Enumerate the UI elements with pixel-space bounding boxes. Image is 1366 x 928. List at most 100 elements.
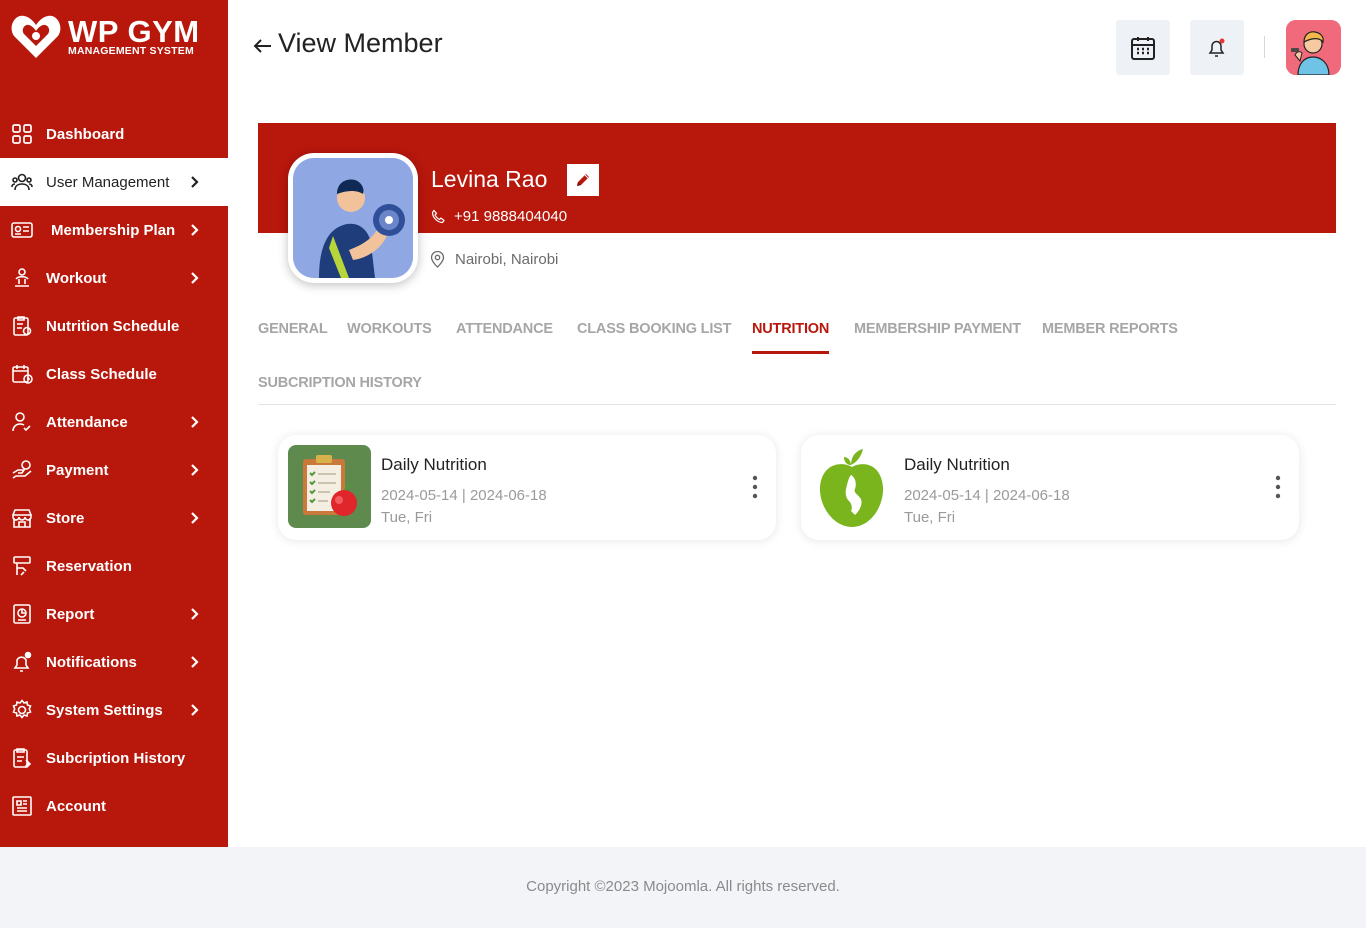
- nutrition-card[interactable]: Daily Nutrition 2024-05-14 | 2024-06-18 …: [278, 435, 776, 540]
- sidebar-item-subcription-history[interactable]: Subcription History: [0, 734, 228, 782]
- back-arrow-icon[interactable]: [252, 35, 274, 57]
- sidebar-item-label: Membership Plan: [51, 221, 176, 239]
- id-card-icon: [11, 222, 33, 238]
- chevron-right-icon: [191, 512, 199, 524]
- workout-icon: [15, 268, 29, 287]
- sidebar-item-attendance[interactable]: Attendance: [0, 398, 228, 446]
- tab-membership-payment[interactable]: MEMBERSHIP PAYMENT: [854, 321, 1021, 337]
- chevron-right-icon: [191, 416, 199, 428]
- nutrition-days: Tue, Fri: [904, 509, 956, 526]
- chevron-right-icon: [191, 464, 199, 476]
- sidebar-item-label: Payment: [46, 461, 109, 479]
- nutrition-days: Tue, Fri: [381, 509, 433, 526]
- sidebar-item-label: Report: [46, 605, 95, 623]
- grid-icon: [12, 124, 32, 144]
- phone-icon: [431, 209, 445, 224]
- nutrition-thumbnail: [288, 445, 371, 528]
- sidebar-item-report[interactable]: Report: [0, 590, 228, 638]
- heart-logo-icon: [11, 15, 61, 59]
- tab-general[interactable]: GENERAL: [258, 321, 328, 337]
- tab-workouts[interactable]: WORKOUTS: [347, 321, 432, 337]
- edit-member-button[interactable]: [567, 164, 599, 196]
- page-title: View Member: [278, 28, 443, 58]
- tab-member-reports[interactable]: MEMBER REPORTS: [1042, 321, 1178, 337]
- notification-button[interactable]: [1190, 20, 1244, 75]
- gear-icon: [12, 699, 32, 719]
- sidebar-item-label: Subcription History: [46, 749, 186, 767]
- sidebar-item-label: Store: [46, 509, 85, 527]
- brand-logo[interactable]: WP GYM MANAGEMENT SYSTEM: [10, 12, 220, 62]
- athlete-avatar-icon: [293, 158, 413, 278]
- phone-number: +91 9888404040: [454, 208, 568, 225]
- page-title-bar: View Member: [252, 28, 443, 59]
- member-photo: [288, 153, 418, 283]
- user-avatar[interactable]: [1286, 20, 1341, 75]
- sidebar-item-label: Dashboard: [46, 125, 125, 143]
- tab-class-booking-list[interactable]: CLASS BOOKING LIST: [577, 321, 731, 337]
- user-check-icon: [12, 412, 31, 432]
- sidebar-item-payment[interactable]: Payment: [0, 446, 228, 494]
- report-icon: [13, 604, 31, 624]
- sidebar-item-label: User Management: [46, 173, 170, 191]
- sidebar-item-label: Reservation: [46, 557, 132, 575]
- profile-banner: [258, 123, 1336, 233]
- bell-icon: [1208, 38, 1225, 57]
- sidebar-item-dashboard[interactable]: Dashboard: [0, 110, 228, 158]
- history-icon: [13, 748, 32, 768]
- nutrition-title: Daily Nutrition: [904, 455, 1010, 474]
- trainer-avatar-icon: [1286, 20, 1341, 75]
- nutrition-thumbnail: [811, 445, 894, 528]
- tab-attendance[interactable]: ATTENDANCE: [456, 321, 553, 337]
- footer: Copyright ©2023 Mojoomla. All rights res…: [0, 847, 1366, 928]
- bell-icon: [13, 651, 32, 672]
- sidebar-item-class-schedule[interactable]: Class Schedule: [0, 350, 228, 398]
- sidebar-item-nutrition-schedule[interactable]: Nutrition Schedule: [0, 302, 228, 350]
- nutrition-card[interactable]: Daily Nutrition 2024-05-14 | 2024-06-18 …: [801, 435, 1299, 540]
- chevron-right-icon: [191, 272, 199, 284]
- clipboard-apple-icon: [288, 445, 371, 528]
- topbar-divider: [1264, 36, 1265, 58]
- chevron-right-icon: [191, 656, 199, 668]
- tab-nutrition[interactable]: NUTRITION: [752, 321, 829, 354]
- sidebar-item-label: Account: [46, 797, 106, 815]
- sidebar-item-notifications[interactable]: Notifications: [0, 638, 228, 686]
- sidebar-item-account[interactable]: Account: [0, 782, 228, 830]
- sidebar-item-label: Notifications: [46, 653, 137, 671]
- sidebar-item-workout[interactable]: Workout: [0, 254, 228, 302]
- nutrition-title: Daily Nutrition: [381, 455, 487, 474]
- sidebar-item-label: System Settings: [46, 701, 163, 719]
- users-icon: [11, 173, 33, 191]
- sidebar-nav: Dashboard User Management Membership Pla…: [0, 110, 228, 830]
- calendar-button[interactable]: [1116, 20, 1170, 75]
- chevron-right-icon: [191, 608, 199, 620]
- sidebar-item-reservation[interactable]: Reservation: [0, 542, 228, 590]
- more-vertical-icon[interactable]: [750, 473, 760, 501]
- calendar-icon: [12, 365, 33, 384]
- member-phone: +91 9888404040: [431, 208, 567, 225]
- sidebar-item-label: Class Schedule: [46, 365, 157, 383]
- account-icon: [12, 796, 32, 816]
- member-location: Nairobi, Nairobi: [430, 251, 558, 268]
- sidebar: WP GYM MANAGEMENT SYSTEM Dashboard User …: [0, 0, 228, 847]
- sidebar-item-membership-plan[interactable]: Membership Plan: [0, 206, 228, 254]
- payment-icon: [12, 460, 32, 479]
- nutrition-icon: [13, 316, 32, 336]
- sidebar-item-system-settings[interactable]: System Settings: [0, 686, 228, 734]
- brand-subtitle: MANAGEMENT SYSTEM: [68, 45, 194, 57]
- location-pin-icon: [430, 251, 445, 268]
- more-vertical-icon[interactable]: [1273, 473, 1283, 501]
- member-tabs: GENERAL WORKOUTS ATTENDANCE CLASS BOOKIN…: [258, 318, 1336, 405]
- nutrition-dates: 2024-05-14 | 2024-06-18: [381, 487, 547, 504]
- sidebar-item-label: Attendance: [46, 413, 128, 431]
- sidebar-item-store[interactable]: Store: [0, 494, 228, 542]
- location-text: Nairobi, Nairobi: [455, 251, 559, 268]
- sidebar-item-user-management[interactable]: User Management: [0, 158, 228, 206]
- chevron-right-icon: [191, 704, 199, 716]
- store-icon: [12, 509, 32, 528]
- tab-subcription-history[interactable]: SUBCRIPTION HISTORY: [258, 375, 422, 391]
- nutrition-dates: 2024-05-14 | 2024-06-18: [904, 487, 1070, 504]
- sidebar-item-label: Nutrition Schedule: [46, 317, 180, 335]
- pencil-icon: [577, 174, 589, 186]
- green-apple-icon: [811, 445, 894, 528]
- chevron-right-icon: [191, 176, 199, 188]
